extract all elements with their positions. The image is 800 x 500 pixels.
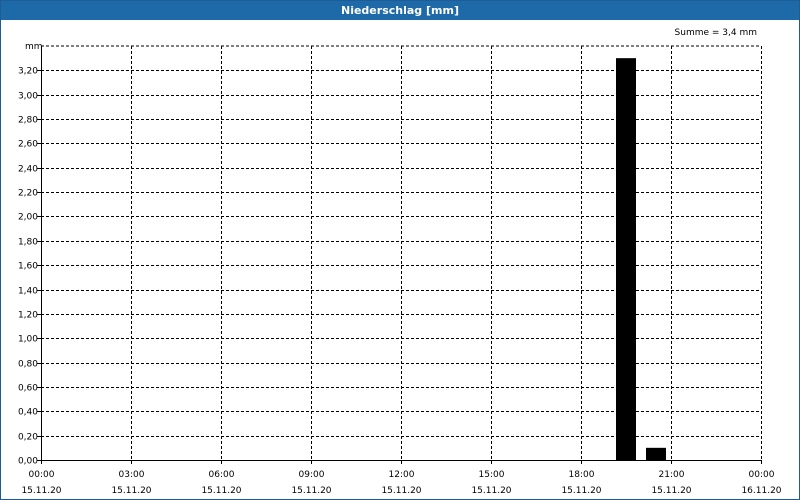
y-tick-label: 0,60 [18, 384, 38, 394]
y-tick-label: 2,00 [18, 213, 38, 223]
x-tick-time-label: 09:00 [299, 470, 325, 480]
y-tick-label: 2,80 [18, 116, 38, 126]
sum-label: Summe = 3,4 mm [675, 28, 757, 38]
y-axis-unit: mm [25, 42, 43, 52]
x-axis-ticks: 00:00 15.11.20 03:00 15.11.20 06:00 15.11.20 0… [21, 470, 781, 496]
x-tick-date-label: 15.11.20 [111, 486, 151, 496]
x-tick-date-label: 15.11.20 [651, 486, 691, 496]
y-axis-ticks: 0,00 0,20 0,40 0,60 0,80 1,00 1,20 1,40 1,60 1,80… [18, 67, 38, 467]
y-tick-label: 1,40 [18, 287, 38, 297]
x-tick-date-label: 15.11.20 [381, 486, 421, 496]
precipitation-chart: Summe = 3,4 mm mm 0,00 0,20 0,40 0,60 0,80 1,… [18, 28, 782, 496]
y-tick-label: 2,60 [18, 140, 38, 150]
x-tick-time-label: 00:00 [749, 470, 775, 480]
x-tick-date-label: 16.11.20 [741, 486, 781, 496]
x-tick-date-label: 15.11.20 [471, 486, 511, 496]
y-tick-label: 0,20 [18, 433, 38, 443]
x-tick-time-label: 00:00 [29, 470, 55, 480]
x-tick-time-label: 18:00 [569, 470, 595, 480]
x-tick-time-label: 03:00 [119, 470, 145, 480]
axes [37, 46, 762, 464]
y-tick-label: 3,20 [18, 67, 38, 77]
x-tick-date-label: 15.11.20 [561, 486, 601, 496]
y-tick-label: 3,00 [18, 92, 38, 102]
chart-window: Niederschlag [mm] Summe = 3,4 mm mm 0,00… [0, 0, 800, 500]
y-tick-label: 1,20 [18, 311, 38, 321]
y-tick-label: 2,20 [18, 189, 38, 199]
x-tick-time-label: 12:00 [389, 470, 415, 480]
y-tick-label: 1,80 [18, 238, 38, 248]
y-tick-label: 1,60 [18, 262, 38, 272]
y-tick-label: 1,00 [18, 335, 38, 345]
y-tick-label: 2,40 [18, 165, 38, 175]
x-tick-date-label: 15.11.20 [201, 486, 241, 496]
precipitation-bar [616, 58, 636, 460]
x-tick-date-label: 15.11.20 [291, 486, 331, 496]
y-tick-label: 0,00 [18, 457, 38, 467]
x-tick-date-label: 15.11.20 [21, 486, 61, 496]
y-tick-label: 0,40 [18, 408, 38, 418]
x-tick-time-label: 15:00 [479, 470, 505, 480]
y-tick-label: 0,80 [18, 360, 38, 370]
x-tick-time-label: 06:00 [209, 470, 235, 480]
bars [616, 58, 666, 460]
grid [41, 45, 762, 460]
x-tick-time-label: 21:00 [659, 470, 685, 480]
precipitation-bar [646, 447, 666, 460]
